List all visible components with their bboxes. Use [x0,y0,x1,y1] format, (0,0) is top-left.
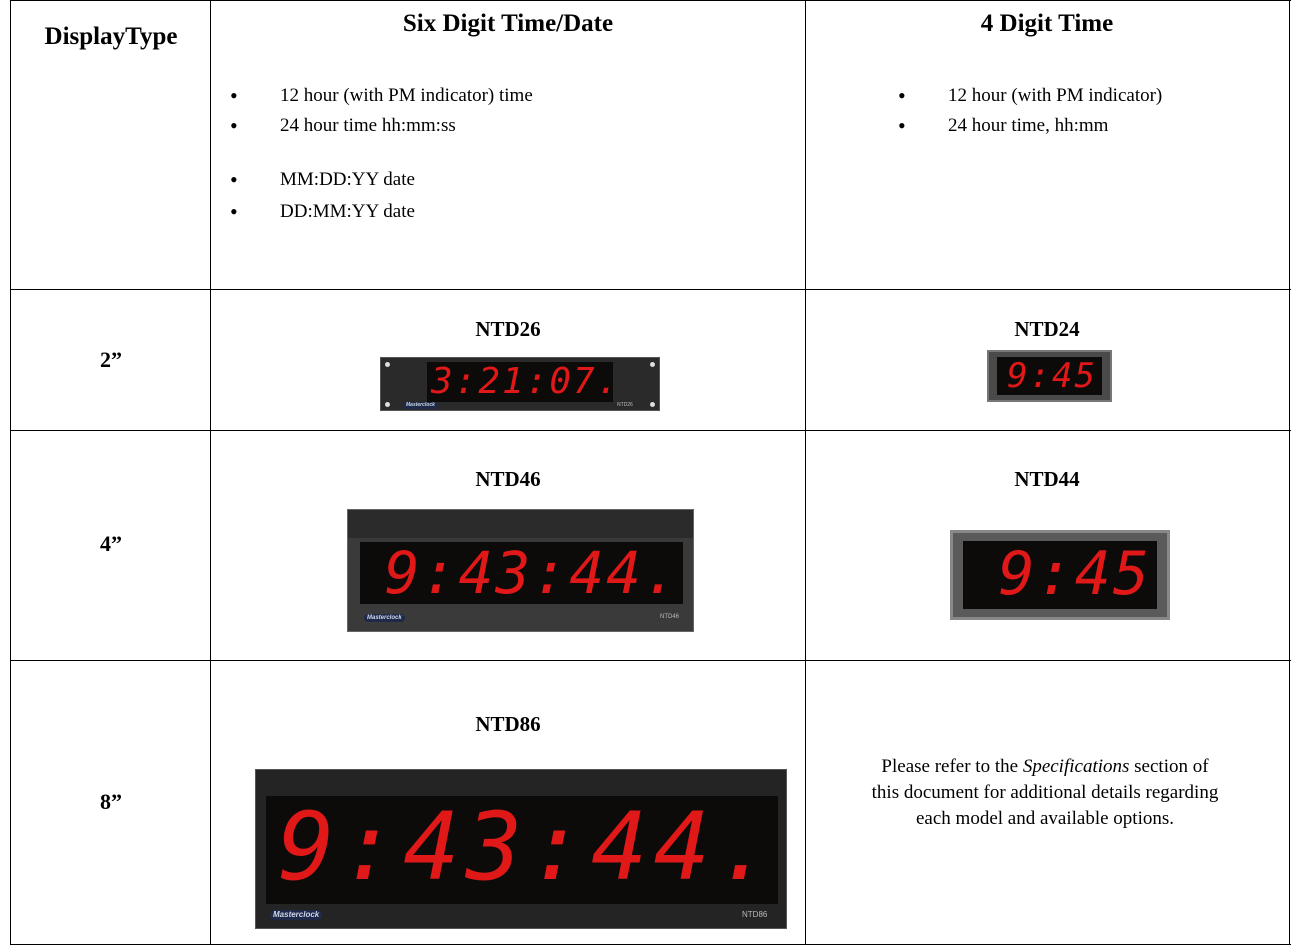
table-border-left [10,0,11,945]
row-divider-1 [10,289,1291,290]
header-four-digit: 4 Digit Time [980,10,1114,37]
column-divider-2 [805,0,806,945]
header-six-digit: Six Digit Time/Date [402,10,614,37]
clock-digits: 9:43:44. [384,539,680,607]
row-size-label: 4” [100,531,122,556]
mount-hole [385,362,390,367]
list-item: MM:DD:YY date [230,165,790,195]
header-display-type: DisplayType [44,23,178,50]
clock-image-ntd26: 3:21:07. Masterclock NTD26 [380,357,660,411]
model-name: NTD24 [1014,317,1080,341]
table-border-right [1289,0,1290,945]
clock-image-ntd86: 9:43:44. Masterclock NTD86 [255,769,787,929]
clock-digits: 9:45 [1007,356,1097,396]
row-divider-3 [10,660,1291,661]
clock-digits: 9:45 [998,539,1151,609]
clock-image-ntd24: 9:45 [987,350,1112,402]
six-digit-feature-list: 12 hour (with PM indicator) time 24 hour… [230,81,790,227]
mount-hole [650,402,655,407]
four-digit-feature-list: 12 hour (with PM indicator) 24 hour time… [898,81,1278,141]
device-tag: NTD46 [660,614,680,620]
model-name: NTD86 [475,712,541,736]
column-divider-1 [210,0,211,945]
row-size-label: 8” [100,789,122,814]
device-tag: NTD86 [742,910,768,919]
specifications-reference: Specifications [1022,756,1130,777]
brand-logo: Masterclock [364,614,405,622]
brand-logo: Masterclock [403,402,438,409]
table-border-top [10,0,1291,1]
list-item: 24 hour time, hh:mm [898,111,1278,141]
list-item: 12 hour (with PM indicator) time [230,81,790,111]
mount-hole [650,362,655,367]
brand-logo: Masterclock [270,910,323,920]
specifications-note: Please refer to the Specifications secti… [870,754,1220,832]
device-tag: NTD26 [617,402,633,408]
clock-top-panel [348,510,693,538]
clock-image-ntd44: 9:45 [950,530,1170,620]
list-item: 12 hour (with PM indicator) [898,81,1278,111]
note-text-before: Please refer to the [881,756,1023,777]
clock-digits: 3:21:07. [431,361,621,402]
mount-hole [385,402,390,407]
list-item: 24 hour time hh:mm:ss [230,111,790,141]
model-name: NTD44 [1014,467,1080,491]
clock-image-ntd46: 9:43:44. Masterclock NTD46 [347,509,694,632]
row-divider-2 [10,430,1291,431]
clock-digits: 9:43:44. [278,793,779,902]
model-name: NTD26 [475,317,541,341]
list-item: DD:MM:YY date [230,197,790,227]
row-size-label: 2” [100,347,122,372]
model-name: NTD46 [475,467,541,491]
